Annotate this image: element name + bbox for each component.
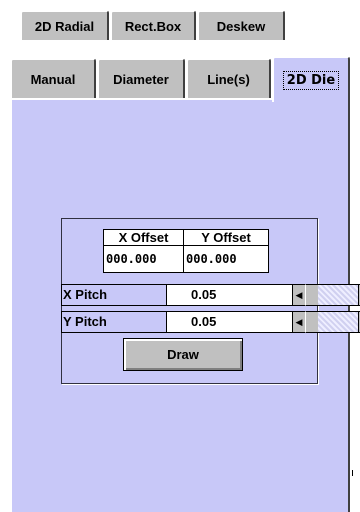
tab-2d-radial[interactable]: 2D Radial xyxy=(20,10,109,40)
tab-label: 2D Die xyxy=(282,70,340,90)
tab-label: Manual xyxy=(30,71,76,87)
tab-label: 2D Radial xyxy=(34,18,95,34)
y-pitch-scroll-thumb[interactable] xyxy=(305,311,319,333)
x-offset-value: 000.000 xyxy=(106,252,157,266)
tab-2d-die[interactable]: 2D Die xyxy=(272,56,350,102)
x-pitch-field[interactable]: 0.05 xyxy=(166,284,292,306)
tab-lines[interactable]: Line(s) xyxy=(186,58,271,100)
offset-table: X Offset Y Offset 000.000 000.000 xyxy=(103,229,269,273)
x-pitch-row: X Pitch 0.05 ◀ ▶ xyxy=(61,284,360,306)
arrow-left-icon[interactable]: ◀ xyxy=(292,284,306,306)
tab-rect-box[interactable]: Rect.Box xyxy=(110,10,196,40)
y-pitch-row: Y Pitch 0.05 ◀ ▶ xyxy=(61,311,360,333)
y-pitch-value: 0.05 xyxy=(191,314,217,329)
x-pitch-scroll-thumb[interactable] xyxy=(305,284,319,306)
tab-label: Diameter xyxy=(113,71,169,87)
y-pitch-label: Y Pitch xyxy=(61,311,166,333)
x-offset-field[interactable]: 000.000 xyxy=(104,246,184,272)
y-offset-field[interactable]: 000.000 xyxy=(184,246,268,272)
tab-diameter[interactable]: Diameter xyxy=(97,58,185,100)
x-pitch-scroll-track[interactable] xyxy=(318,284,358,306)
x-offset-header: X Offset xyxy=(104,230,184,246)
x-pitch-label: X Pitch xyxy=(61,284,166,306)
y-pitch-scroll-track[interactable] xyxy=(318,311,358,333)
tab-label: Line(s) xyxy=(207,71,250,87)
tab-label: Rect.Box xyxy=(124,18,182,34)
draw-button[interactable]: Draw xyxy=(123,338,243,371)
x-pitch-value: 0.05 xyxy=(191,287,217,302)
tab-label: Deskew xyxy=(216,18,266,34)
tab-deskew[interactable]: Deskew xyxy=(197,10,285,40)
arrow-left-icon[interactable]: ◀ xyxy=(292,311,306,333)
y-offset-header: Y Offset xyxy=(184,230,268,246)
y-offset-value: 000.000 xyxy=(186,252,237,266)
tab-manual[interactable]: Manual xyxy=(10,58,96,100)
y-pitch-field[interactable]: 0.05 xyxy=(166,311,292,333)
panel-edge-mark xyxy=(352,470,353,476)
